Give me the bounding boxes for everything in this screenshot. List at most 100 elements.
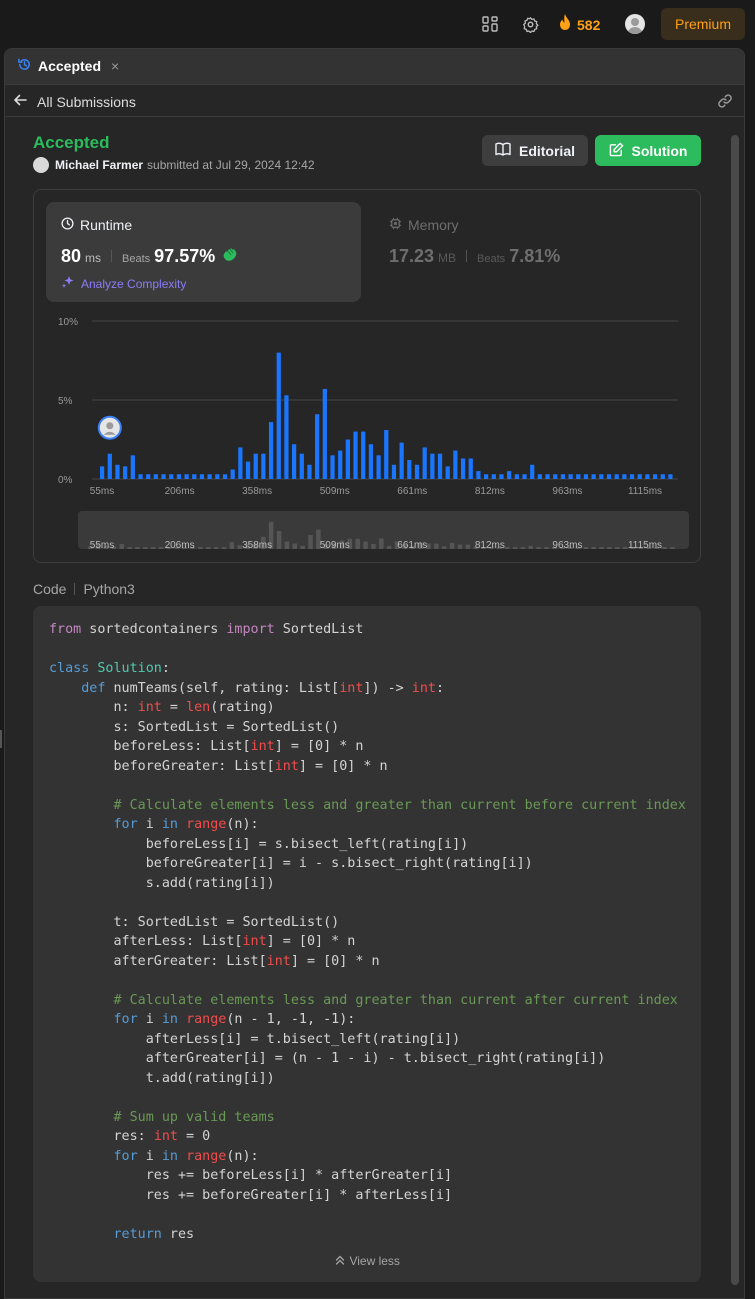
chart-bar [407, 460, 412, 479]
chart-bar [284, 395, 289, 479]
chart-bar [599, 474, 604, 479]
submitter-name[interactable]: Michael Farmer [55, 158, 143, 172]
overview-bar [622, 547, 628, 549]
overview-bar [615, 547, 620, 549]
chart-bar [215, 474, 220, 479]
overview-tick-label: 1115ms [628, 540, 662, 551]
arrow-left-icon [13, 93, 27, 110]
chart-bar [645, 474, 650, 479]
overview-bar [119, 543, 124, 549]
streak-counter[interactable]: 582 [558, 13, 600, 36]
editorial-button[interactable]: Editorial [482, 135, 588, 166]
tab-accepted[interactable]: Accepted × [17, 57, 119, 75]
overview-bar [229, 542, 235, 549]
chart-bar [507, 471, 512, 479]
overview-bar [536, 547, 541, 549]
chart-bar [115, 464, 120, 479]
chart-bar [276, 352, 281, 479]
runtime-unit: ms [85, 251, 102, 265]
overview-bar [198, 547, 203, 549]
submission-panel: Accepted × All Submissions Accepted Mich… [4, 48, 745, 1299]
memory-unit: MB [438, 251, 457, 265]
gear-icon[interactable] [520, 14, 540, 34]
view-less-button[interactable]: View less [33, 1254, 701, 1268]
overview-bar [379, 538, 384, 549]
y-tick-label: 10% [58, 317, 78, 328]
overview-bar [158, 547, 164, 549]
chart-bar [614, 474, 619, 479]
chart-bar [345, 439, 350, 479]
runtime-distribution-chart[interactable]: 10% 5% 0% 55ms 206ms 358ms 509ms 661ms 812ms 963m… [34, 308, 702, 558]
runtime-title: Runtime [61, 217, 132, 233]
chart-bar [545, 474, 550, 479]
chart-bar [376, 455, 381, 479]
close-icon[interactable]: × [111, 58, 119, 74]
runtime-card[interactable]: Runtime 80 ms Beats 97.57% Analyze Compl… [46, 202, 361, 302]
chip-icon [389, 217, 402, 233]
overview-bar [213, 547, 219, 549]
analyze-complexity-link[interactable]: Analyze Complexity [61, 275, 186, 292]
overview-bar [206, 547, 211, 549]
grid-icon[interactable] [480, 14, 500, 34]
overview-tick-label: 509ms [320, 540, 350, 551]
edit-icon [609, 142, 624, 160]
resize-handle[interactable] [0, 730, 2, 748]
chart-bar [130, 455, 135, 479]
overview-bar [662, 547, 667, 549]
chart-bar [138, 474, 143, 479]
overview-bar [135, 547, 140, 549]
chart-bar [553, 474, 558, 479]
runtime-beats-label: Beats [122, 253, 151, 265]
chart-bar [652, 474, 658, 479]
overview-bar [512, 547, 518, 549]
overview-tick-label: 812ms [475, 540, 505, 551]
overview-bar [355, 538, 360, 549]
overview-bar [150, 547, 156, 549]
chart-bar [153, 474, 158, 479]
x-tick-label: 812ms [475, 486, 505, 497]
user-position-avatar-head [106, 422, 114, 430]
language-label: Python3 [83, 581, 135, 597]
chart-bar [530, 464, 535, 479]
user-avatar[interactable] [625, 14, 645, 34]
chart-bar [437, 453, 443, 479]
chart-bar [399, 442, 404, 479]
chart-bar [476, 471, 481, 479]
memory-label: Memory [408, 217, 459, 233]
scrollbar[interactable] [729, 125, 741, 1298]
analyze-label: Analyze Complexity [81, 276, 187, 291]
divider [74, 583, 76, 595]
premium-button[interactable]: Premium [661, 8, 745, 40]
chart-bar [322, 388, 327, 479]
overview-bar [221, 546, 227, 549]
y-tick-label: 5% [58, 396, 73, 407]
overview-bar [442, 546, 447, 549]
memory-card[interactable]: Memory [389, 217, 459, 233]
chart-bar [368, 444, 374, 479]
chart-bar [660, 474, 665, 479]
divider [466, 250, 468, 262]
overview-tick-label: 963ms [552, 540, 582, 551]
all-submissions-link[interactable]: All Submissions [13, 93, 136, 110]
runtime-label: Runtime [80, 217, 133, 233]
chart-bar [353, 431, 358, 479]
code-header: Code Python3 [33, 581, 135, 597]
scrollbar-thumb[interactable] [731, 135, 739, 1285]
share-link-icon[interactable] [717, 93, 733, 114]
code-block[interactable]: from sortedcontainers import SortedList … [33, 606, 701, 1282]
solution-button[interactable]: Solution [595, 135, 701, 166]
overview-bar [300, 545, 305, 549]
chart-bar [192, 474, 197, 479]
overview-bar [292, 543, 298, 549]
memory-beats-label: Beats [477, 253, 506, 265]
chart-bar [606, 474, 612, 479]
submitted-time: submitted at Jul 29, 2024 12:42 [147, 158, 315, 172]
chart-bar [460, 458, 466, 479]
runtime-value: 80 [61, 246, 82, 266]
chart-bar [384, 430, 389, 479]
chart-bar [268, 422, 274, 479]
sparkle-icon [61, 275, 75, 292]
overview-bar [434, 543, 439, 549]
memory-values: 17.23 MB Beats 7.81% [389, 246, 560, 267]
chart-bar [245, 461, 251, 479]
